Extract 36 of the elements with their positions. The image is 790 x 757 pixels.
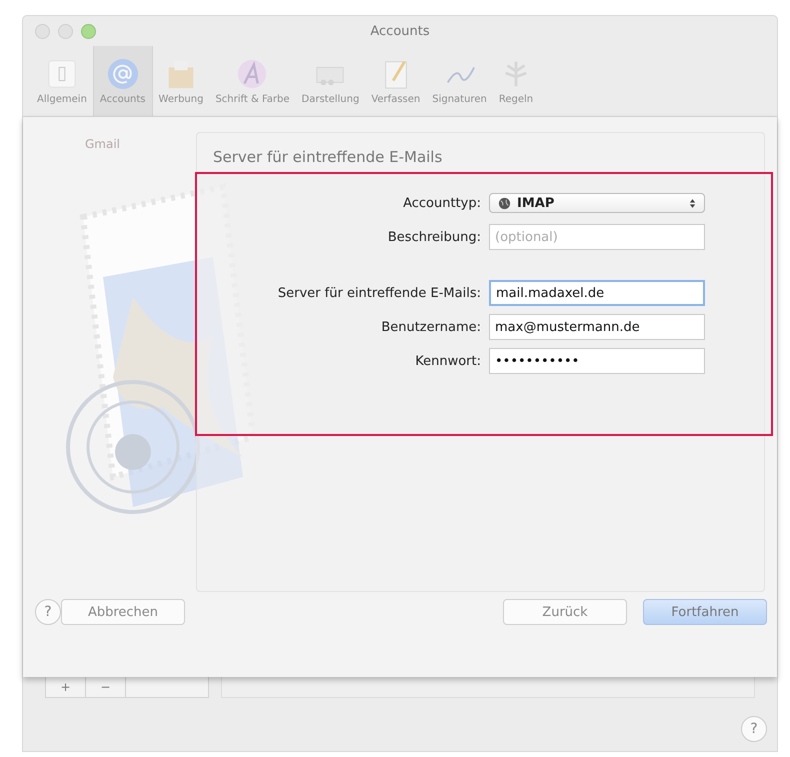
minimize-button[interactable]: [58, 24, 73, 38]
list-edit-button[interactable]: −: [86, 677, 126, 697]
toolbar-tab[interactable]: Allgemein: [31, 46, 93, 116]
help-button[interactable]: ?: [35, 599, 61, 625]
list-edit-button[interactable]: +: [46, 677, 86, 697]
dialog-button[interactable]: Fortfahren: [643, 599, 767, 625]
field-label: Benutzername:: [380, 320, 482, 334]
globe-icon: [498, 196, 511, 210]
toolbar-tab[interactable]: Darstellung: [296, 46, 366, 116]
field-label: Accounttyp:: [402, 196, 482, 210]
input-field[interactable]: •••••••••••: [489, 348, 705, 374]
help-button[interactable]: ?: [741, 716, 767, 742]
toolbar-tab[interactable]: Regeln: [492, 46, 540, 116]
dialog-button[interactable]: Zurück: [503, 599, 627, 625]
dialog-button[interactable]: Abbrechen: [61, 599, 185, 625]
field-label: Server für eintreffende E-Mails:: [276, 286, 482, 300]
at-sign-icon: [106, 58, 139, 90]
account-type-dropdown[interactable]: IMAP: [489, 193, 705, 213]
field-label: Kennwort:: [414, 354, 482, 368]
toolbar-tab[interactable]: Accounts: [92, 46, 153, 116]
toolbar-tab[interactable]: Werbung: [152, 46, 210, 116]
stepper-arrows-icon: [689, 198, 696, 208]
input-field[interactable]: mail.madaxel.de: [489, 280, 705, 306]
account-list-item[interactable]: Gmail: [47, 137, 187, 151]
field-label: Beschreibung:: [386, 230, 482, 244]
window-title: Accounts: [370, 24, 430, 38]
letter-icon: [236, 58, 268, 90]
switch-icon: [46, 58, 78, 90]
input-field[interactable]: max@mustermann.de: [489, 314, 705, 340]
toolbar-tab[interactable]: Schrift & Farbe: [209, 46, 296, 116]
zoom-button[interactable]: [81, 24, 96, 38]
close-button[interactable]: [35, 24, 50, 38]
toolbar-tab[interactable]: Signaturen: [426, 46, 493, 116]
section-heading: Server für eintreffende E-Mails: [212, 147, 444, 166]
toolbar-tab[interactable]: Verfassen: [365, 46, 426, 116]
input-field[interactable]: (optional): [489, 224, 705, 250]
